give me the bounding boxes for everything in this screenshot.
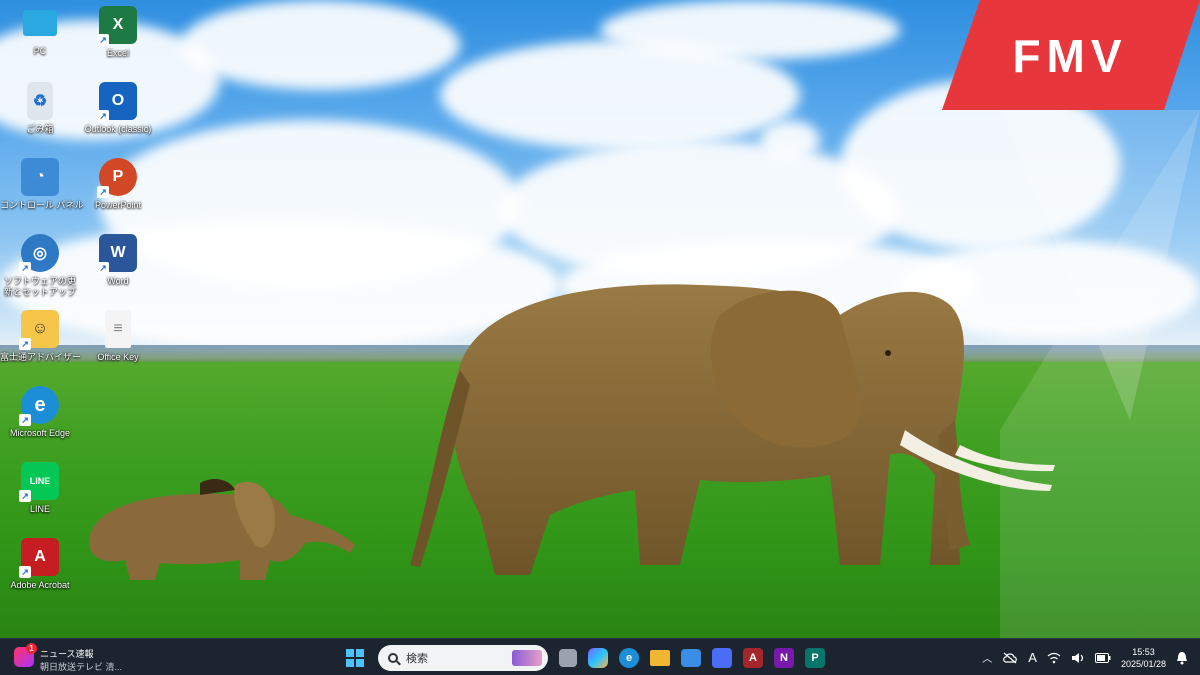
cloud [180, 0, 460, 90]
shortcut-arrow-icon: ↗ [97, 186, 109, 198]
shortcut-arrow-icon: ↗ [19, 338, 31, 350]
desktop-icon-fujitsu-advisor[interactable]: ☺ ↗ 富士通アドバイザー [0, 310, 82, 363]
svg-text:FMV: FMV [1012, 30, 1127, 82]
icon-label: Office Key [97, 352, 139, 362]
search-icon [388, 653, 398, 663]
edge-taskbar-icon[interactable]: e [619, 648, 639, 668]
icon-label: LINE [29, 504, 50, 514]
icon-label: PowerPoint [94, 200, 142, 210]
shortcut-arrow-icon: ↗ [19, 490, 31, 502]
word-icon: W ↗ [97, 234, 137, 274]
calendar-app-icon[interactable] [712, 648, 732, 668]
acrobat-icon: A ↗ [19, 538, 59, 578]
software-update-icon: ◎ ↗ [19, 234, 59, 274]
icon-label: Outlook (classic) [84, 124, 152, 134]
battery-icon[interactable] [1094, 652, 1111, 663]
desktop-icon-outlook[interactable]: O ↗ Outlook (classic) [78, 82, 158, 135]
search-placeholder: 検索 [406, 653, 428, 665]
news-widget[interactable]: 1 ニュース速報 朝日放送テレビ 清... [14, 643, 144, 672]
cloud [760, 120, 820, 160]
taskbar: 1 ニュース速報 朝日放送テレビ 清... 検索 e A N P ︿ A 15:… [0, 638, 1200, 675]
desktop-icon-recycle-bin[interactable]: ♻ ごみ箱 [0, 82, 80, 135]
publisher-icon[interactable]: P [805, 648, 825, 668]
baby-elephant [89, 479, 355, 580]
chevron-up-icon[interactable]: ︿ [982, 650, 992, 665]
desktop-icon-office-key[interactable]: ≡ Office Key [78, 310, 158, 363]
control-panel-icon: ◔ [21, 158, 59, 196]
desktop-icon-excel[interactable]: X ↗ Excel [78, 6, 158, 59]
search-highlight-icon [512, 650, 542, 666]
system-tray: ︿ A 15:53 2025/01/28 [982, 639, 1200, 675]
desktop-icon-software-update[interactable]: ◎ ↗ ソフトウェアの更新とセットアップ [0, 234, 80, 298]
clock-date: 2025/01/28 [1120, 658, 1166, 669]
store-icon[interactable] [681, 649, 701, 667]
desktop-icon-acrobat[interactable]: A ↗ Adobe Acrobat [0, 538, 80, 591]
shortcut-arrow-icon: ↗ [97, 262, 109, 274]
edge-icon: e ↗ [19, 386, 59, 426]
shortcut-arrow-icon: ↗ [97, 34, 109, 46]
cloud-sync-icon[interactable] [1002, 652, 1018, 664]
excel-icon: X ↗ [97, 6, 137, 46]
windows-icon [346, 649, 364, 667]
icon-label: コントロール パネル [0, 200, 84, 210]
news-title: ニュース速報 [40, 649, 94, 659]
shortcut-arrow-icon: ↗ [19, 566, 31, 578]
clock-time: 15:53 [1132, 646, 1155, 657]
volume-icon[interactable] [1071, 652, 1085, 664]
desktop-icon-word[interactable]: W ↗ Word [78, 234, 158, 287]
icon-label: 富士通アドバイザー [0, 352, 82, 362]
ime-indicator[interactable]: A [1028, 650, 1037, 665]
fmv-logo: FMV [942, 0, 1200, 110]
notification-badge: 1 [26, 643, 37, 654]
start-button[interactable] [343, 646, 367, 670]
bell-icon[interactable] [1176, 651, 1188, 665]
cloud [600, 0, 900, 60]
recycle-bin-icon: ♻ [27, 82, 53, 120]
onenote-icon[interactable]: N [774, 648, 794, 668]
shortcut-arrow-icon: ↗ [19, 414, 31, 426]
desktop-icon-powerpoint[interactable]: P ↗ PowerPoint [78, 158, 158, 211]
icon-label: Microsoft Edge [9, 428, 71, 438]
desktop: FMV PC X ↗ Excel ♻ ごみ箱 O ↗ Outlook (clas… [0, 0, 1200, 675]
icon-label: PC [33, 46, 47, 56]
icon-label: Word [107, 276, 129, 286]
adult-elephant [410, 284, 1055, 575]
icon-label: Adobe Acrobat [10, 580, 70, 590]
wifi-icon[interactable] [1047, 652, 1061, 664]
file-explorer-icon[interactable] [650, 650, 670, 666]
icon-label: ソフトウェアの更新とセットアップ [3, 276, 76, 297]
powerpoint-icon: P ↗ [97, 158, 137, 198]
access-icon[interactable]: A [743, 648, 763, 668]
news-subtitle: 朝日放送テレビ 清... [40, 662, 123, 672]
shortcut-arrow-icon: ↗ [19, 262, 31, 274]
fujitsu-navi-icon: ☺ ↗ [19, 310, 59, 350]
task-view-icon[interactable] [559, 649, 577, 667]
desktop-icon-line[interactable]: LINE ↗ LINE [0, 462, 80, 515]
desktop-icon-pc[interactable]: PC [0, 6, 80, 57]
desktop-icon-edge[interactable]: e ↗ Microsoft Edge [0, 386, 80, 439]
taskbar-search[interactable]: 検索 [378, 645, 548, 671]
icon-label: ごみ箱 [26, 124, 54, 134]
copilot-icon[interactable] [588, 648, 608, 668]
icon-label: Excel [106, 48, 129, 58]
desktop-icon-control-panel[interactable]: ◔ コントロール パネル [0, 158, 84, 211]
pc-icon [23, 10, 57, 36]
taskbar-apps: 検索 e A N P [343, 643, 825, 673]
shortcut-arrow-icon: ↗ [97, 110, 109, 122]
office-key-icon: ≡ [105, 310, 131, 348]
line-icon: LINE ↗ [19, 462, 59, 502]
clock[interactable]: 15:53 2025/01/28 [1121, 646, 1166, 670]
outlook-icon: O ↗ [97, 82, 137, 122]
